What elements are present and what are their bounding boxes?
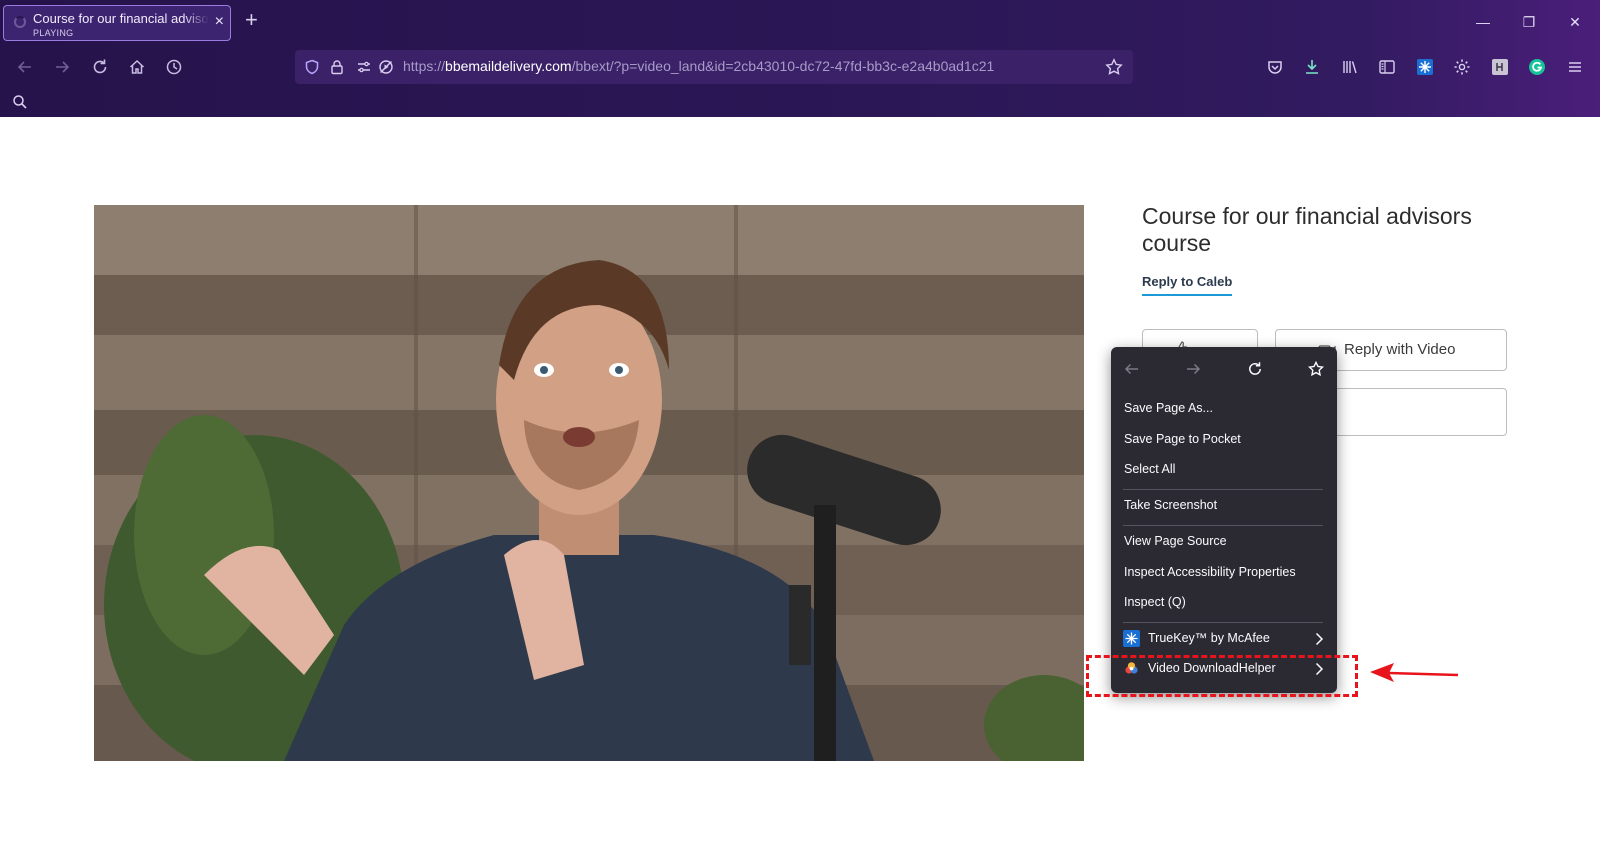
sidebar-icon[interactable] [1376, 56, 1398, 78]
library-icon[interactable] [1339, 56, 1361, 78]
cm-truekey-submenu[interactable]: TrueKey™ by McAfee [1123, 628, 1328, 650]
restore-button[interactable]: ❐ [1506, 8, 1552, 36]
browser-chrome: Course for our financial advisors course… [0, 0, 1600, 117]
chevron-right-icon [1315, 632, 1324, 646]
url-bar[interactable]: https://bbemaildelivery.com/bbext/?p=vid… [295, 50, 1133, 84]
reply-to-caleb-link[interactable]: Reply to Caleb [1142, 274, 1233, 296]
cm-select-all[interactable]: Select All [1124, 462, 1175, 476]
cm-reload-icon[interactable] [1241, 357, 1269, 381]
truekey-extension-icon[interactable] [1414, 56, 1436, 78]
extension-icon[interactable] [1489, 56, 1511, 78]
home-icon[interactable] [126, 56, 148, 78]
history-icon[interactable] [163, 56, 185, 78]
video-frame [94, 205, 1084, 761]
cm-bookmark-star-icon[interactable] [1302, 357, 1330, 381]
permissions-icon[interactable] [355, 58, 373, 76]
cm-separator [1123, 525, 1323, 526]
pocket-icon[interactable] [1264, 56, 1286, 78]
annotation-highlight-box [1086, 655, 1358, 697]
cm-separator [1123, 489, 1323, 490]
video-player[interactable] [94, 205, 1084, 761]
cm-save-page-as[interactable]: Save Page As... [1124, 401, 1213, 415]
loading-icon [14, 16, 26, 28]
cm-view-page-source[interactable]: View Page Source [1124, 534, 1227, 548]
cm-forward-icon[interactable] [1179, 357, 1207, 381]
cm-back-icon[interactable] [1118, 357, 1146, 381]
settings-gear-icon[interactable] [1451, 56, 1473, 78]
reload-icon[interactable] [89, 56, 111, 78]
search-icon[interactable] [9, 91, 31, 113]
cm-save-page-to-pocket[interactable]: Save Page to Pocket [1124, 432, 1241, 446]
forward-icon[interactable] [51, 56, 73, 78]
bookmark-star-icon[interactable] [1105, 58, 1123, 76]
annotation-arrow [1370, 663, 1459, 682]
cm-truekey-label: TrueKey™ by McAfee [1148, 631, 1270, 645]
cm-inspect-accessibility[interactable]: Inspect Accessibility Properties [1124, 565, 1296, 579]
page-title: Course for our financial advisors course [1142, 203, 1472, 256]
downloads-icon[interactable] [1301, 56, 1323, 78]
autoplay-blocked-icon[interactable] [377, 58, 395, 76]
minimize-button[interactable]: — [1460, 8, 1506, 36]
cm-take-screenshot[interactable]: Take Screenshot [1124, 498, 1217, 512]
close-window-button[interactable]: ✕ [1552, 8, 1598, 36]
tab-status: PLAYING [33, 28, 74, 38]
new-tab-icon[interactable]: + [245, 9, 258, 31]
tab-title: Course for our financial advisors course [33, 11, 209, 26]
reply-with-video-label: Reply with Video [1344, 341, 1456, 358]
page-content: Course for our financial advisors course… [0, 117, 1600, 850]
tab-active[interactable]: Course for our financial advisors course… [3, 5, 231, 41]
url-text[interactable]: https://bbemaildelivery.com/bbext/?p=vid… [403, 58, 994, 74]
context-menu: Save Page As... Save Page to Pocket Sele… [1111, 347, 1337, 693]
close-tab-icon[interactable]: × [215, 14, 224, 30]
tracking-protection-shield-icon[interactable] [303, 58, 321, 76]
cm-inspect[interactable]: Inspect (Q) [1124, 595, 1186, 609]
menu-hamburger-icon[interactable] [1564, 56, 1586, 78]
cm-separator [1123, 622, 1323, 623]
lock-icon[interactable] [328, 58, 346, 76]
grammarly-icon[interactable] [1526, 56, 1548, 78]
truekey-icon [1123, 630, 1140, 647]
back-icon[interactable] [14, 56, 36, 78]
